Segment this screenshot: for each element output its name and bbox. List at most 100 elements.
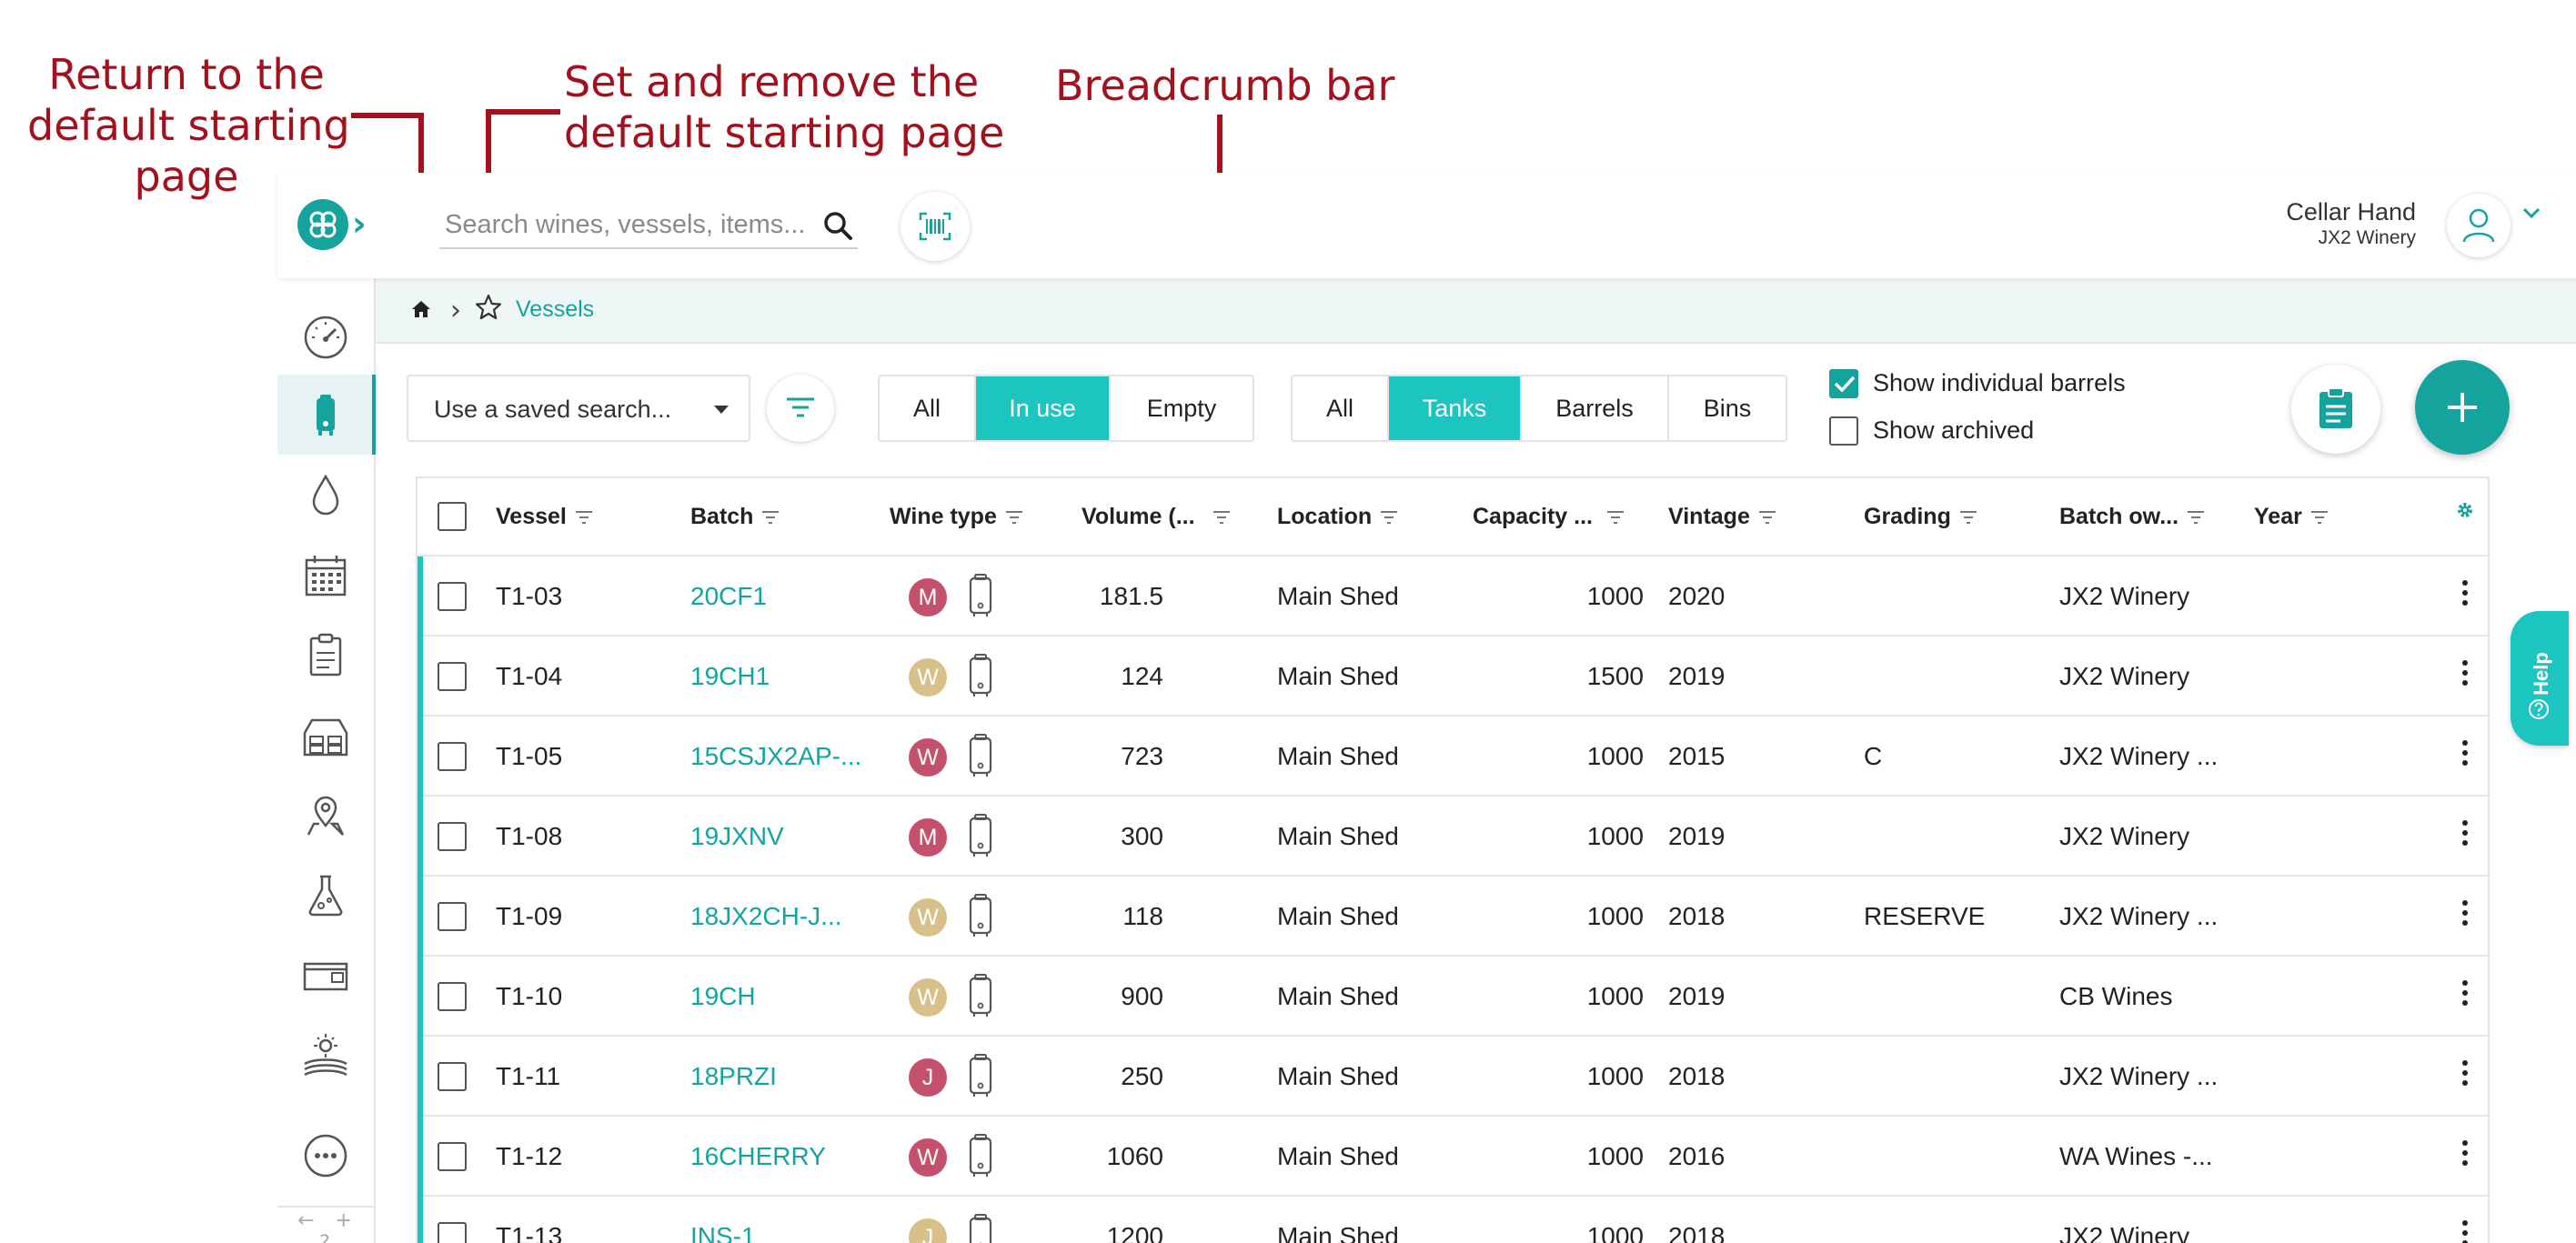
sort-icon — [1959, 511, 1977, 525]
type-filter-barrels[interactable]: Barrels — [1522, 376, 1669, 440]
row-checkbox[interactable] — [438, 822, 467, 851]
cell-capacity: 1000 — [1586, 982, 1644, 1010]
table-row[interactable]: T1-04 19CH1 W 124 Main Shed 1500 2019 JX2 Winer… — [418, 637, 2488, 717]
table-row[interactable]: T1-10 19CH W 900 Main Shed 1000 2019 CB Wines — [418, 957, 2488, 1037]
vessels-table: Vessel Batch Wine type Volume (... Locat… — [416, 476, 2490, 1243]
column-header-batch-owner[interactable]: Batch ow... — [2059, 504, 2206, 530]
vessel-icon — [317, 395, 335, 436]
row-actions-kebab-icon[interactable] — [2462, 1060, 2470, 1090]
user-menu-chevron-down-icon[interactable] — [2521, 205, 2541, 220]
sort-icon — [1213, 511, 1230, 525]
sidebar-item-wines[interactable] — [277, 455, 374, 535]
row-actions-kebab-icon[interactable] — [2462, 1140, 2470, 1170]
row-checkbox[interactable] — [438, 1062, 467, 1091]
star-icon[interactable] — [474, 293, 503, 322]
saved-search-select[interactable]: Use a saved search... — [407, 375, 750, 442]
row-actions-kebab-icon[interactable] — [2462, 740, 2470, 770]
row-actions-kebab-icon[interactable] — [2462, 900, 2470, 930]
column-header-batch[interactable]: Batch — [690, 504, 780, 530]
row-checkbox[interactable] — [438, 582, 467, 611]
search-icon[interactable] — [821, 209, 854, 242]
column-header-year[interactable]: Year — [2254, 504, 2329, 530]
cell-batch-link[interactable]: 19JXNV — [690, 822, 784, 851]
table-row[interactable]: T1-09 18JX2CH-J... W 118 Main Shed 1000 2018 RE… — [418, 877, 2488, 957]
breadcrumb-vessels-link[interactable]: Vessels — [516, 296, 594, 323]
cell-batch-link[interactable]: 20CF1 — [690, 582, 767, 611]
column-header-location[interactable]: Location — [1277, 504, 1399, 530]
sidebar-item-inventory[interactable] — [277, 935, 374, 1015]
show-archived-checkbox[interactable] — [1829, 416, 1858, 446]
cell-batch-owner: JX2 Winery — [2059, 1222, 2190, 1243]
annotation-home-line2: default starting — [27, 101, 350, 150]
cell-location: Main Shed — [1277, 662, 1399, 690]
show-individual-barrels-checkbox[interactable] — [1829, 369, 1858, 398]
help-tab[interactable]: Help — [2511, 611, 2569, 746]
status-filter-in-use[interactable]: In use — [976, 376, 1111, 440]
column-header-volume[interactable]: Volume (... — [1082, 504, 1232, 530]
logo-icon — [309, 211, 337, 238]
status-filter-all[interactable]: All — [880, 376, 976, 440]
expand-sidebar-chevron-icon[interactable]: › — [352, 204, 367, 244]
vessel-type-filter: All Tanks Barrels Bins — [1291, 375, 1787, 442]
row-checkbox[interactable] — [438, 1142, 467, 1171]
cell-batch-link[interactable]: 18JX2CH-J... — [690, 902, 842, 931]
cell-batch-link[interactable]: 18PRZI — [690, 1062, 777, 1091]
row-actions-kebab-icon[interactable] — [2462, 820, 2470, 850]
table-row[interactable]: T1-05 15CSJX2AP-... W 723 Main Shed 1000 2015 C… — [418, 717, 2488, 797]
column-header-grading[interactable]: Grading — [1864, 504, 1978, 530]
search-input[interactable] — [439, 202, 803, 247]
cell-batch-link[interactable]: 16CHERRY — [690, 1142, 826, 1171]
filter-button[interactable] — [767, 375, 834, 442]
cell-volume: 250 — [1121, 1062, 1163, 1090]
table-row[interactable]: T1-11 18PRZI J 250 Main Shed 1000 2018 JX2 Wine… — [418, 1037, 2488, 1117]
select-all-checkbox[interactable] — [438, 502, 467, 531]
sidebar-item-dashboard[interactable] — [277, 296, 374, 376]
row-actions-kebab-icon[interactable] — [2462, 660, 2470, 690]
sidebar-item-lab[interactable] — [277, 855, 374, 935]
cell-batch-link[interactable]: INS-1 — [690, 1222, 756, 1243]
cell-batch-link[interactable]: 15CSJX2AP-... — [690, 742, 861, 771]
row-checkbox[interactable] — [438, 1222, 467, 1243]
table-row[interactable]: T1-03 20CF1 M 181.5 Main Shed 1000 2020 JX2 Win… — [418, 556, 2488, 637]
column-header-vessel[interactable]: Vessel — [496, 504, 594, 530]
status-filter-empty[interactable]: Empty — [1111, 376, 1253, 440]
sidebar-item-more[interactable] — [277, 1115, 374, 1195]
add-vessel-button[interactable] — [2415, 360, 2510, 455]
row-checkbox[interactable] — [438, 982, 467, 1011]
table-row[interactable]: T1-13 INS-1 J 1200 Main Shed 1000 2018 JX2 Wine… — [418, 1197, 2488, 1243]
gear-icon[interactable] — [2455, 500, 2475, 520]
cell-location: Main Shed — [1277, 582, 1399, 610]
row-actions-kebab-icon[interactable] — [2462, 980, 2470, 1010]
tank-icon — [969, 814, 992, 857]
cell-batch-link[interactable]: 19CH1 — [690, 662, 770, 691]
type-filter-bins[interactable]: Bins — [1669, 376, 1786, 440]
sidebar-item-vineyard[interactable] — [277, 1015, 374, 1095]
table-row[interactable]: T1-12 16CHERRY W 1060 Main Shed 1000 2016 WA Wi… — [418, 1117, 2488, 1197]
barcode-scan-button[interactable] — [901, 192, 970, 261]
row-actions-kebab-icon[interactable] — [2462, 1220, 2470, 1243]
cell-location: Main Shed — [1277, 822, 1399, 850]
sidebar-footer-controls[interactable]: ← + ? — [285, 1209, 372, 1243]
type-filter-all[interactable]: All — [1293, 376, 1389, 440]
sidebar-item-winery[interactable] — [277, 695, 374, 775]
column-header-wine-type[interactable]: Wine type — [890, 504, 1024, 530]
row-checkbox[interactable] — [438, 742, 467, 771]
column-header-vintage[interactable]: Vintage — [1668, 504, 1777, 530]
row-checkbox[interactable] — [438, 902, 467, 931]
row-actions-kebab-icon[interactable] — [2462, 580, 2470, 610]
sidebar-item-work-orders[interactable] — [277, 615, 374, 695]
type-filter-tanks[interactable]: Tanks — [1389, 376, 1522, 440]
cell-batch-owner: JX2 Winery — [2059, 822, 2190, 850]
column-header-capacity[interactable]: Capacity ... — [1473, 504, 1625, 530]
sidebar-item-calendar[interactable] — [277, 535, 374, 615]
cell-batch-link[interactable]: 19CH — [690, 982, 756, 1011]
clipboard-action-button[interactable] — [2291, 365, 2380, 454]
user-avatar[interactable] — [2447, 194, 2511, 257]
sidebar-item-locations[interactable] — [277, 775, 374, 855]
row-checkbox[interactable] — [438, 662, 467, 691]
app-logo[interactable] — [297, 199, 348, 250]
user-name: Cellar Hand — [2286, 198, 2416, 226]
home-icon[interactable] — [410, 298, 432, 320]
sidebar-item-vessels[interactable] — [277, 375, 376, 455]
table-row[interactable]: T1-08 19JXNV M 300 Main Shed 1000 2019 JX2 Wine… — [418, 797, 2488, 877]
